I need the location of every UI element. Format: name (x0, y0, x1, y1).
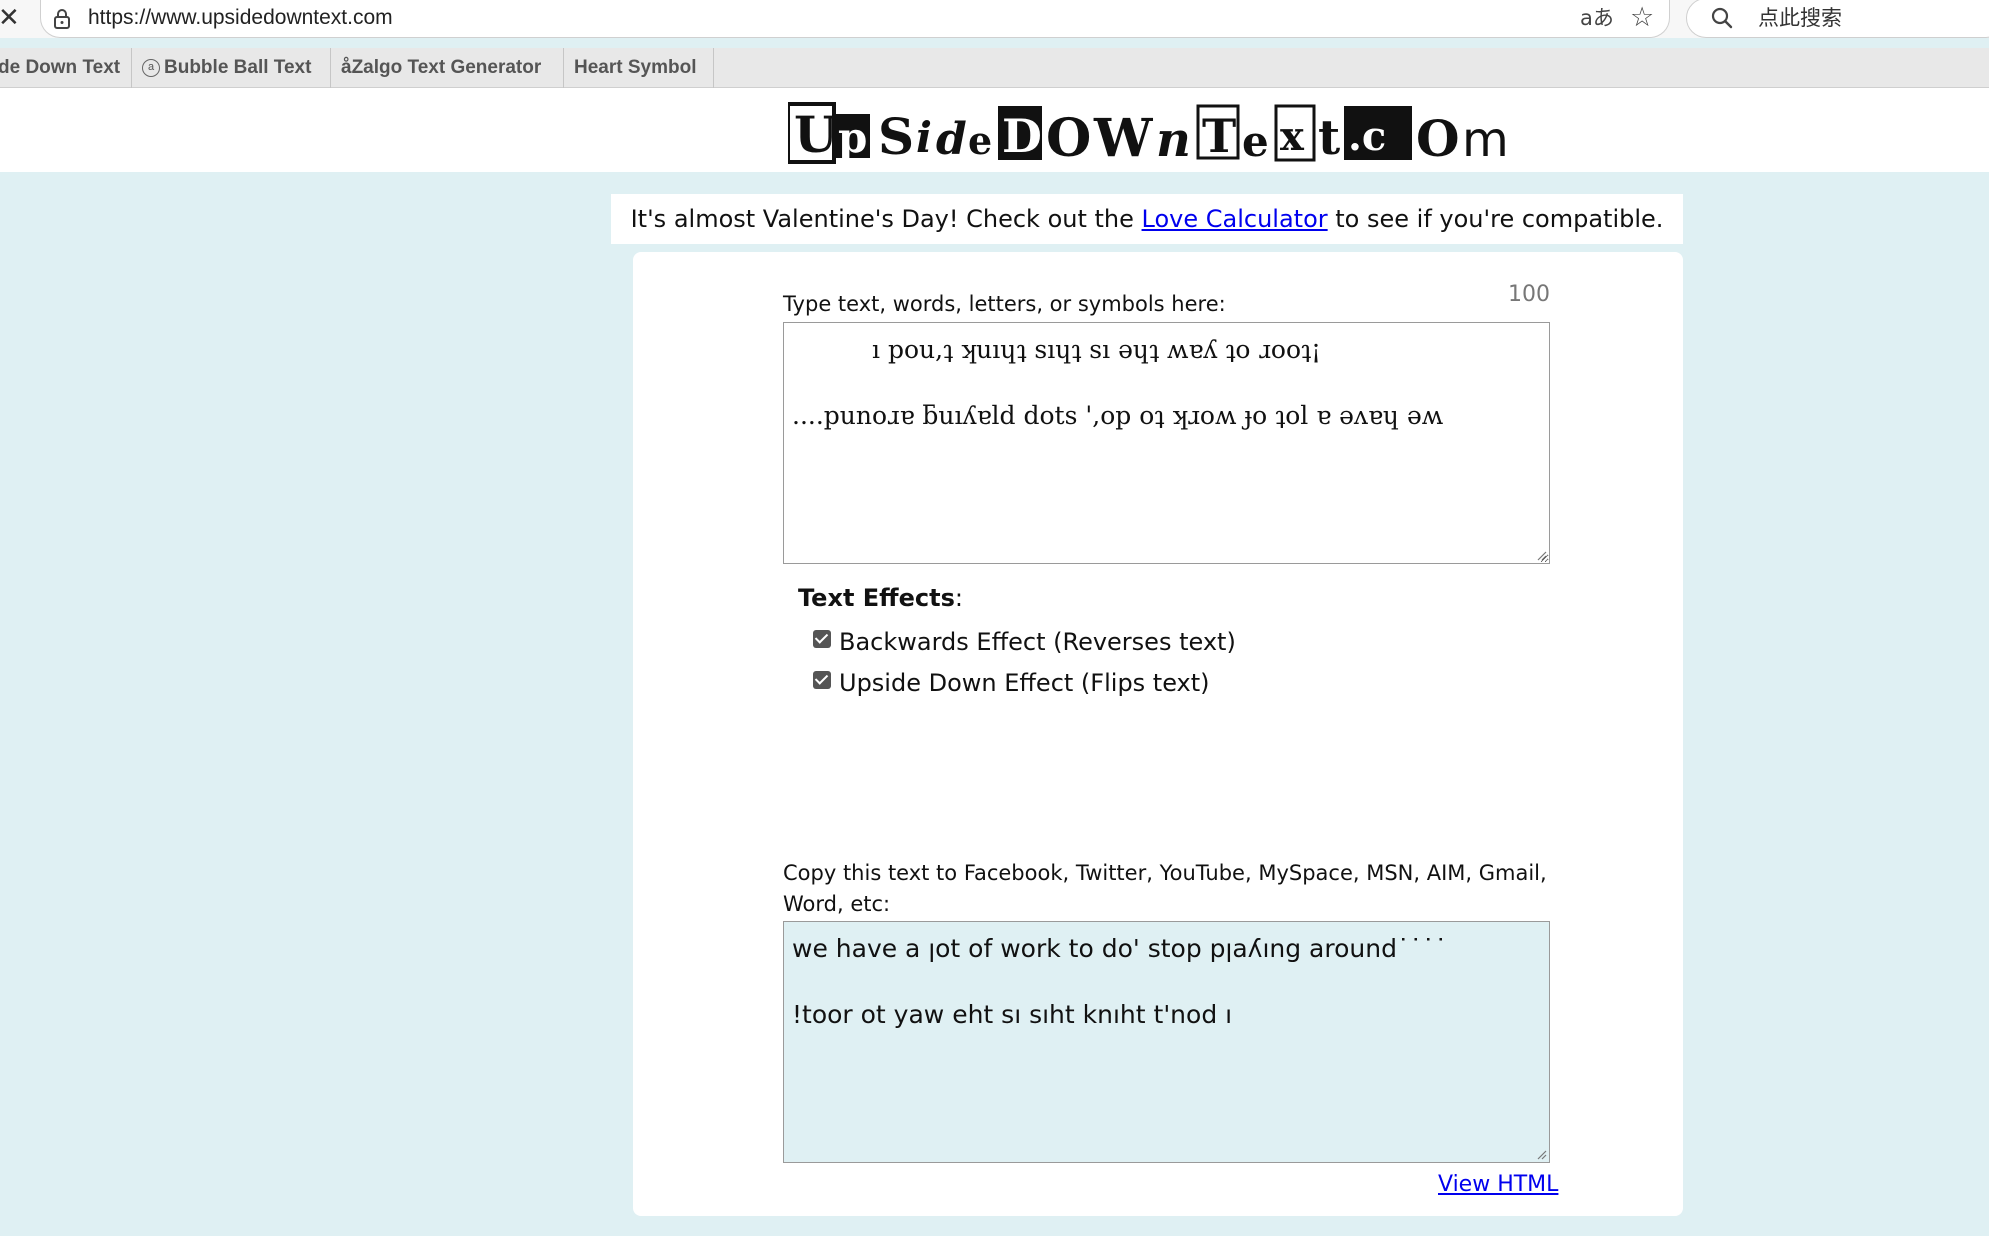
bookmark-label: de Down Text (0, 57, 121, 78)
read-aloud-icon[interactable]: aあ (1580, 4, 1614, 32)
text-effects-colon: : (954, 584, 963, 612)
input-blank-line (792, 366, 1541, 399)
url-text[interactable]: https://www.upsidedowntext.com (88, 5, 393, 31)
input-label: Type text, words, letters, or symbols he… (783, 292, 1226, 316)
svg-text:W: W (1093, 108, 1154, 166)
svg-text:S: S (878, 107, 914, 166)
bookmark-label: Bubble Ball Text (164, 57, 312, 78)
svg-text:m: m (1462, 112, 1509, 166)
input-text-line-2: ....punoɹɐ ƃuıʎɐld dots ',op oʇ ʞɹoʍ ɟo … (792, 401, 1444, 430)
svg-text:p: p (838, 113, 867, 162)
backwards-effect-option[interactable]: Backwards Effect (Reverses text) (813, 627, 1236, 657)
svg-text:O: O (1046, 108, 1091, 166)
love-calculator-link[interactable]: Love Calculator (1142, 205, 1328, 233)
bookmark-heart-symbol[interactable]: Heart Symbol (564, 48, 714, 88)
search-icon[interactable] (1710, 6, 1734, 30)
site-logo[interactable]: U p S i d e D O W n T e x t .c O m (788, 100, 1528, 166)
view-html-link[interactable]: View HTML (1438, 1172, 1558, 1197)
close-icon[interactable]: ✕ (0, 2, 20, 34)
svg-text:O: O (1416, 109, 1460, 166)
upside-down-effect-option[interactable]: Upside Down Effect (Flips text) (813, 668, 1210, 698)
svg-text:t: t (1318, 110, 1340, 166)
output-text-line-1: we have a ןot of work to do' stop pןaʎın… (792, 934, 1447, 963)
text-effects-title: Text Effects (798, 584, 955, 612)
bookmark-label: Heart Symbol (574, 57, 697, 78)
character-counter: 100 (1508, 282, 1550, 307)
svg-text:d: d (936, 114, 967, 165)
upside-down-effect-checkbox[interactable] (813, 671, 831, 689)
svg-text:T: T (1202, 109, 1236, 163)
resize-grip-icon[interactable] (1535, 549, 1547, 561)
svg-text:D: D (1002, 109, 1042, 163)
input-text-line-1: ı pou,ʇ ʞuıɥʇ sıɥʇ sı ǝɥʇ ʍɐʎ ʇo ɹooʇ¡ (872, 335, 1322, 364)
zalgo-icon: å (341, 57, 352, 78)
bookmark-label: Zalgo Text Generator (351, 57, 542, 78)
svg-text:.c: .c (1348, 113, 1386, 160)
bubble-letter-icon: a (142, 58, 160, 77)
bookmarks-bar: de Down Text a Bubble Ball Text åZalgo Te… (0, 48, 1989, 88)
upside-down-effect-label[interactable]: Upside Down Effect (Flips text) (839, 669, 1210, 697)
svg-text:e: e (968, 118, 992, 163)
backwards-effect-label[interactable]: Backwards Effect (Reverses text) (839, 628, 1236, 656)
browser-toolbar: ✕ https://www.upsidedowntext.com aあ ☆ 点此… (0, 0, 1989, 38)
input-textarea[interactable]: ı pou,ʇ ʞuıɥʇ sıɥʇ sı ǝɥʇ ʍɐʎ ʇo ɹooʇ¡ .… (783, 322, 1550, 564)
svg-text:U: U (794, 105, 838, 164)
text-effects-heading: Text Effects: (798, 584, 963, 612)
favorite-star-icon[interactable]: ☆ (1630, 3, 1654, 33)
output-text-line-2: !toor ot yaw eht sı sıht knıht t'nod ı (792, 1000, 1233, 1029)
resize-grip-icon[interactable] (1535, 1148, 1547, 1160)
svg-text:i: i (916, 113, 932, 162)
bookmark-zalgo-text-generator[interactable]: åZalgo Text Generator (331, 48, 564, 88)
lock-icon[interactable] (52, 8, 72, 30)
announcement-text-after: to see if you're compatible. (1327, 205, 1664, 233)
output-blank-line (792, 965, 1541, 998)
browser-search-placeholder[interactable]: 点此搜索 (1758, 4, 1842, 32)
svg-text:x: x (1280, 113, 1305, 160)
svg-text:e: e (1242, 117, 1269, 166)
bookmark-bubble-ball-text[interactable]: a Bubble Ball Text (132, 48, 331, 88)
svg-text:n: n (1156, 112, 1191, 166)
output-textarea[interactable]: we have a ןot of work to do' stop pןaʎın… (783, 921, 1550, 1163)
backwards-effect-checkbox[interactable] (813, 630, 831, 648)
announcement-text-before: It's almost Valentine's Day! Check out t… (630, 205, 1142, 233)
valentines-announcement: It's almost Valentine's Day! Check out t… (611, 194, 1683, 244)
output-label: Copy this text to Facebook, Twitter, You… (783, 861, 1547, 916)
bookmark-upside-down-text[interactable]: de Down Text (0, 48, 132, 88)
